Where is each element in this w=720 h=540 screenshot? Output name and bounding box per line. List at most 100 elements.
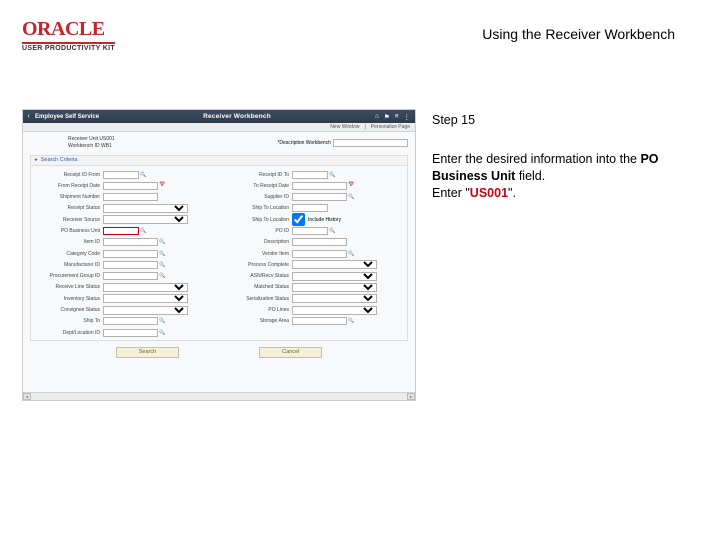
form-field: PO ID🔍 [222, 226, 405, 236]
calendar-icon[interactable]: 📅 [348, 182, 355, 189]
scroll-right-icon[interactable]: ▸ [407, 393, 415, 400]
step-number: Step 15 [432, 112, 692, 129]
field-label: Receipt Status [33, 205, 103, 211]
app-subbar: New Window | Personalize Page [23, 123, 415, 132]
field-label: Inventory Status [33, 296, 103, 302]
po-business-unit-input[interactable] [103, 227, 139, 235]
lookup-icon[interactable]: 🔍 [348, 194, 355, 201]
field-label: Receipt ID From [33, 172, 103, 178]
field-label: Manufacturer ID [33, 262, 103, 268]
lookup-icon[interactable]: 🔍 [329, 227, 336, 234]
field-label: Ship To Location [222, 205, 292, 211]
lookup-icon[interactable]: 🔍 [159, 318, 166, 325]
personalize-link[interactable]: Personalize Page [371, 124, 410, 130]
form-field: To Receipt Date 📅 [222, 181, 405, 191]
home-icon[interactable]: ⌂ [375, 113, 379, 121]
form-field: Dept/Location ID 🔍 [33, 328, 216, 338]
form-field: Category Code 🔍 [33, 249, 216, 259]
search-criteria-section: ▸ Search Criteria Receipt ID From 🔍 From R… [30, 155, 408, 341]
select-input[interactable] [292, 283, 377, 292]
form-field: Storage Area🔍 [222, 316, 405, 326]
text-input[interactable] [103, 193, 158, 201]
field-label: PO Business Unit [33, 228, 103, 234]
breadcrumb-ess[interactable]: Employee Self Service [35, 114, 99, 120]
lookup-icon[interactable]: 🔍 [159, 239, 166, 246]
scroll-left-icon[interactable]: ◂ [23, 393, 31, 400]
instruction-text: Enter the desired information into the P… [432, 151, 692, 202]
calendar-icon[interactable]: 📅 [159, 182, 166, 189]
lookup-icon[interactable]: 🔍 [140, 171, 147, 178]
form-field: Ship To LocationInclude History [222, 215, 405, 225]
lookup-icon[interactable]: 🔍 [140, 227, 147, 234]
text-input[interactable] [292, 227, 328, 235]
field-label: Serialization Status [222, 296, 292, 302]
flag-icon[interactable]: ⚑ [384, 113, 390, 121]
text-input[interactable] [103, 238, 158, 246]
back-icon[interactable]: ‹ [23, 113, 34, 120]
field-label: Vendor Item [222, 251, 292, 257]
lookup-icon[interactable]: 🔍 [348, 318, 355, 325]
text-input[interactable] [103, 250, 158, 258]
field-label: To Receipt Date [222, 183, 292, 189]
text-input[interactable] [292, 171, 328, 179]
menu-icon[interactable]: ≡ [395, 113, 399, 121]
select-input[interactable] [103, 294, 188, 303]
form-field: Consignee Status [33, 305, 216, 315]
select-input[interactable] [103, 306, 188, 315]
select-input[interactable] [103, 283, 188, 292]
lookup-icon[interactable]: 🔍 [348, 250, 355, 257]
lookup-icon[interactable]: 🔍 [159, 250, 166, 257]
field-label: Category Code [33, 251, 103, 257]
text-input[interactable] [103, 272, 158, 280]
lookup-icon[interactable]: 🔍 [159, 261, 166, 268]
select-input[interactable] [103, 204, 188, 213]
oracle-logo: ORACLE USER PRODUCTIVITY KIT [22, 18, 115, 52]
new-window-link[interactable]: New Window [330, 124, 359, 130]
field-label: From Receipt Date [33, 183, 103, 189]
select-input[interactable] [292, 260, 377, 269]
header-row: Receiver Unit US001 Workbench ID WB1 *De… [30, 136, 408, 150]
form-field: ASN/Recv Status [222, 271, 405, 281]
cancel-button[interactable]: Cancel [259, 347, 322, 358]
text-input[interactable] [292, 317, 347, 325]
search-button[interactable]: Search [116, 347, 179, 358]
app-titlebar: ‹ Employee Self Service Receiver Workben… [23, 110, 415, 123]
field-label: Receive Line Status [33, 284, 103, 290]
horizontal-scrollbar[interactable]: ◂ ▸ [23, 392, 415, 400]
select-input[interactable] [103, 215, 188, 224]
description-input[interactable] [333, 139, 408, 147]
text-input[interactable] [103, 182, 158, 190]
text-input[interactable] [103, 261, 158, 269]
select-input[interactable] [292, 272, 377, 281]
field-label: Receiver Source [33, 217, 103, 223]
select-input[interactable] [292, 306, 377, 315]
document-title: Using the Receiver Workbench [482, 26, 675, 42]
form-field: Serialization Status [222, 294, 405, 304]
text-input[interactable] [292, 238, 347, 246]
lookup-icon[interactable]: 🔍 [329, 171, 336, 178]
dots-icon[interactable]: ⋮ [404, 113, 411, 121]
text-input[interactable] [103, 171, 139, 179]
form-field: PO Business Unit 🔍 [33, 226, 216, 236]
field-label: Dept/Location ID [33, 330, 103, 336]
field-label: Supplier ID [222, 194, 292, 200]
form-field: Ship To🔍 [33, 316, 216, 326]
lookup-icon[interactable]: 🔍 [159, 329, 166, 336]
text-input[interactable] [292, 250, 347, 258]
form-field: Process Complete [222, 260, 405, 270]
text-input[interactable] [292, 204, 328, 212]
field-label: Description [222, 239, 292, 245]
select-input[interactable] [292, 294, 377, 303]
form-field: Receive Line Status [33, 282, 216, 292]
text-input[interactable] [292, 193, 347, 201]
form-field: Supplier ID 🔍 [222, 192, 405, 202]
form-field: PO Lines [222, 305, 405, 315]
text-input[interactable] [103, 329, 158, 337]
text-input[interactable] [103, 317, 158, 325]
form-field: Manufacturer ID 🔍 [33, 260, 216, 270]
lookup-icon[interactable]: 🔍 [159, 273, 166, 280]
section-header[interactable]: ▸ Search Criteria [31, 156, 407, 166]
text-input[interactable] [292, 182, 347, 190]
form-field: Procurement Group ID🔍 [33, 271, 216, 281]
checkbox-input[interactable] [292, 213, 305, 226]
